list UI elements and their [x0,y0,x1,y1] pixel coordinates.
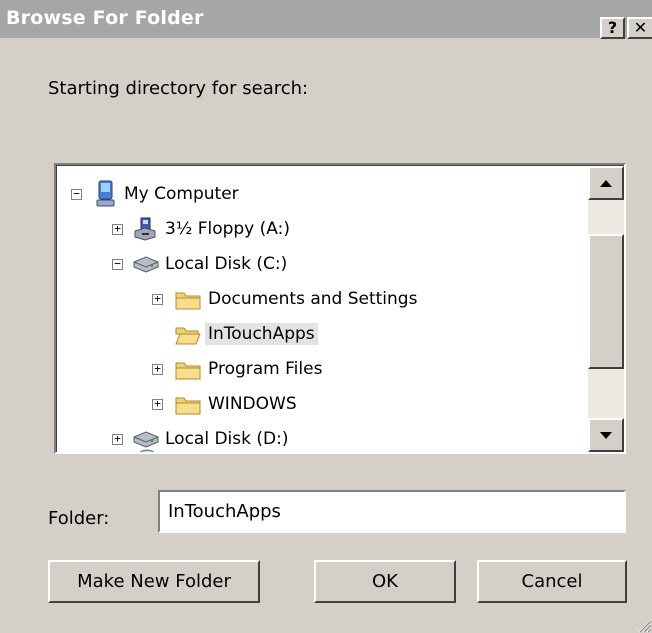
hard-disk-icon [133,256,159,273]
tree-viewport: − My Computer + 3½ Floppy (A:) − Local D… [56,165,624,452]
floppy-drive-icon [134,217,156,241]
expand-icon[interactable]: + [112,223,123,235]
close-button[interactable]: ✕ [627,17,652,39]
resize-grip-icon[interactable] [634,615,652,633]
tree-node-intouchapps[interactable]: InTouchApps [57,318,587,352]
arrow-up-icon [600,180,612,187]
folder-field[interactable] [158,490,626,533]
tree-node-documents-and-settings[interactable]: + Documents and Settings [57,283,587,317]
computer-icon [96,180,115,207]
browse-for-folder-dialog: Browse For Folder ? ✕ Starting directory… [0,0,652,633]
collapse-icon[interactable]: − [112,258,123,270]
expand-icon[interactable]: + [152,293,163,305]
question-mark-icon: ? [607,18,618,37]
tree-node-windows[interactable]: + WINDOWS [57,388,587,422]
collapse-icon[interactable]: − [71,188,82,200]
tree-node-my-computer[interactable]: − My Computer [57,178,587,212]
scroll-thumb[interactable] [588,234,624,369]
tree-node-label: Documents and Settings [208,289,418,309]
tree-node-label: Local Disk (D:) [165,429,289,449]
folder-icon [175,292,201,310]
scroll-up-button[interactable] [588,166,624,200]
scroll-down-button[interactable] [588,418,624,452]
make-new-folder-button[interactable]: Make New Folder [48,560,260,603]
folder-icon [175,362,201,380]
close-icon: ✕ [633,18,648,37]
folder-tree[interactable]: − My Computer + 3½ Floppy (A:) − Local D… [54,163,626,454]
hard-disk-icon [133,431,159,448]
title-bar[interactable]: Browse For Folder ? ✕ [0,0,652,39]
folder-open-icon [175,327,201,345]
tree-node-local-disk-c[interactable]: − Local Disk (C:) [57,248,587,282]
tree-node-floppy[interactable]: + 3½ Floppy (A:) [57,213,587,247]
window-title: Browse For Folder [6,7,204,29]
cancel-button[interactable]: Cancel [477,560,627,603]
folder-label: Folder: [48,508,110,529]
cd-drive-icon [139,449,155,452]
expand-icon[interactable]: + [152,363,163,375]
arrow-down-icon [600,432,612,439]
prompt-text: Starting directory for search: [48,78,309,99]
help-button[interactable]: ? [600,17,625,39]
tree-node-label: InTouchApps [205,323,318,345]
tree-node-label: WINDOWS [208,394,297,414]
tree-node-label: Local Disk (C:) [165,254,288,274]
expand-icon[interactable]: + [152,398,163,410]
folder-icon [175,397,201,415]
tree-node-label: 3½ Floppy (A:) [165,219,290,239]
vertical-scrollbar[interactable] [588,166,624,452]
tree-node-label: Program Files [208,359,323,379]
tree-node-label: My Computer [124,184,239,204]
ok-button[interactable]: OK [314,560,456,603]
tree-node-program-files[interactable]: + Program Files [57,353,587,387]
expand-icon[interactable]: + [112,433,123,445]
